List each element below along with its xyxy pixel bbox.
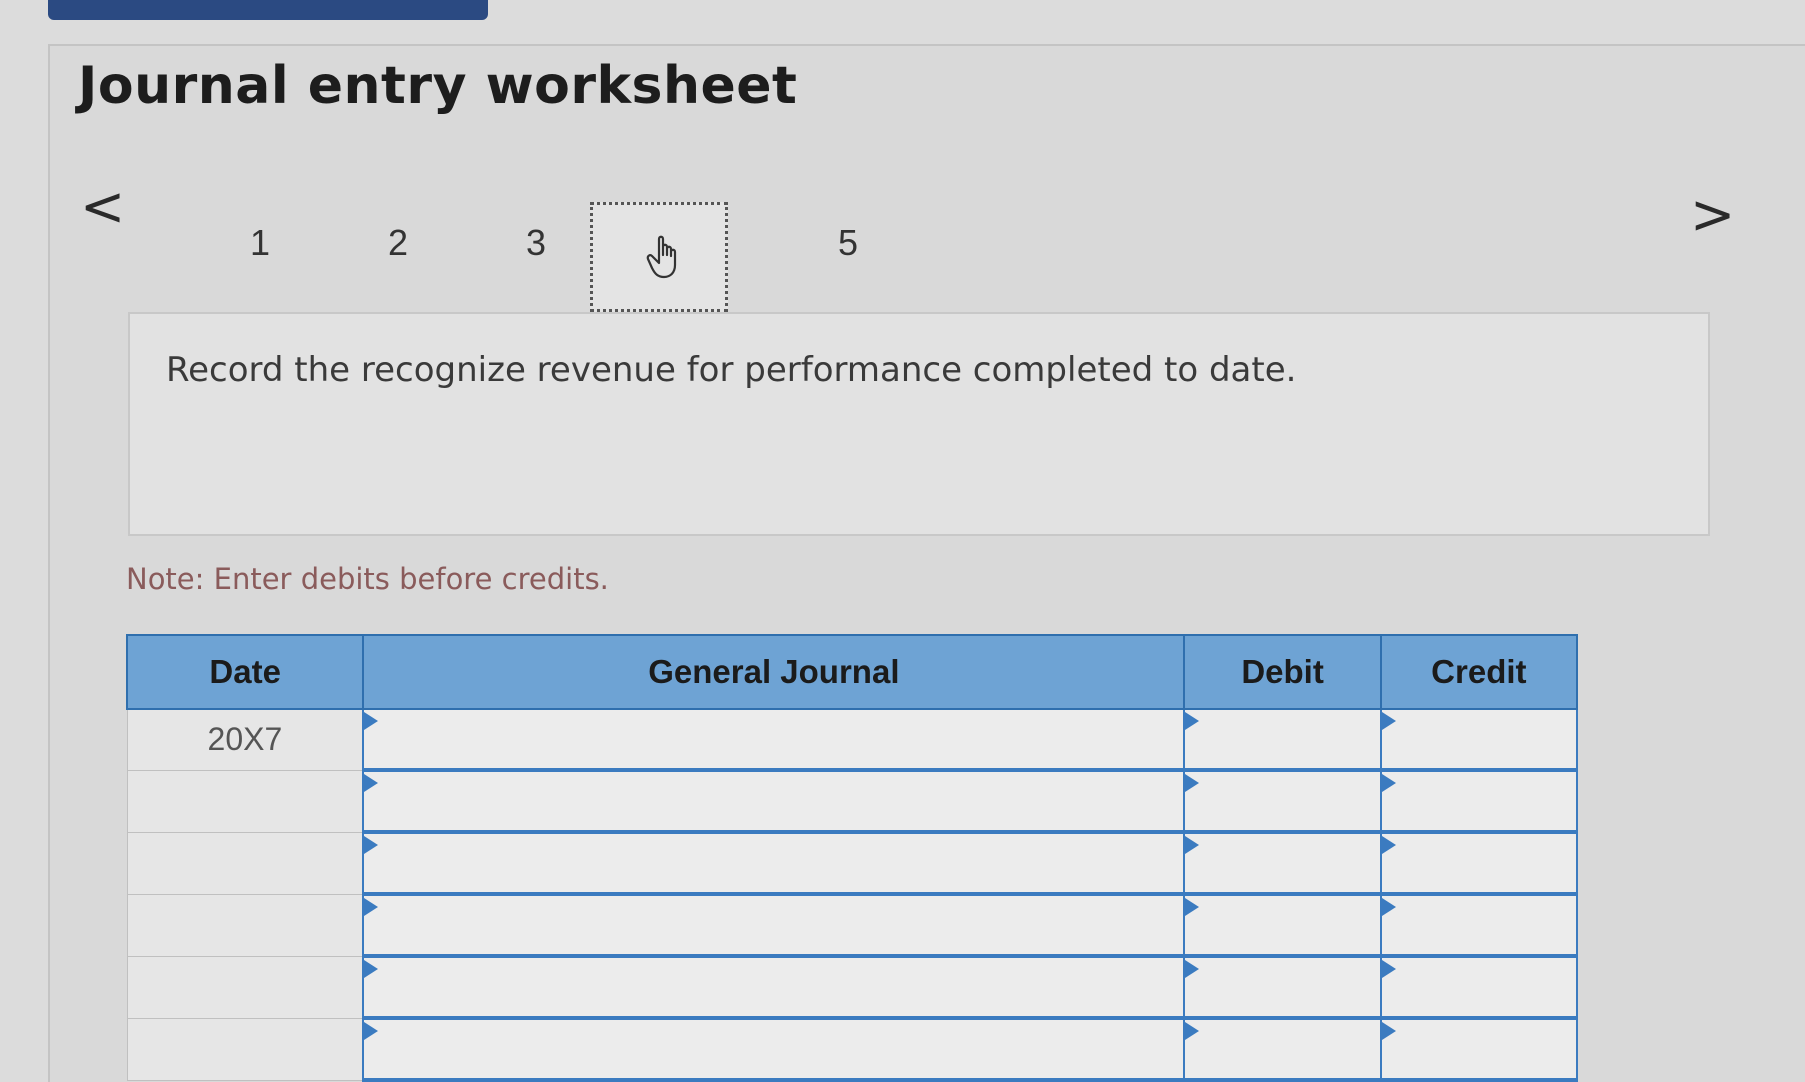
dropdown-flag-icon [364,836,379,854]
entry-pager: < 1 2 3 5 > [70,160,1760,312]
dropdown-flag-icon [1381,774,1396,792]
journal-header-row: Date General Journal Debit Credit [125,634,1579,710]
date-cell: 20X7 [126,708,364,771]
table-row: 20X7 [126,708,1579,772]
table-row [126,769,1579,834]
credit-input[interactable] [1379,708,1579,772]
dropdown-flag-icon [1185,898,1200,916]
dropdown-flag-icon [1185,712,1200,730]
dropdown-flag-icon [1381,898,1396,916]
date-cell [126,893,364,957]
dropdown-flag-icon [364,898,379,916]
general-journal-input[interactable] [362,893,1186,958]
dropdown-flag-icon [1381,712,1396,730]
next-arrow-icon[interactable]: > [1690,188,1735,242]
header-general-journal: General Journal [362,634,1186,710]
credit-input[interactable] [1379,831,1579,896]
dropdown-flag-icon [364,712,379,730]
date-cell [126,769,364,833]
debit-input[interactable] [1183,893,1382,958]
date-cell [126,1017,364,1081]
dropdown-flag-icon [1381,836,1396,854]
debit-input[interactable] [1183,831,1382,896]
note-text: Note: Enter debits before credits. [126,562,609,596]
debit-input[interactable] [1183,708,1382,772]
debit-input[interactable] [1183,1017,1382,1082]
dropdown-flag-icon [364,1022,379,1040]
header-date: Date [125,634,365,710]
instruction-box: Record the recognize revenue for perform… [128,312,1710,536]
dropdown-flag-icon [1185,960,1200,978]
top-tab-bar [48,0,488,20]
header-credit: Credit [1379,634,1579,710]
dropdown-flag-icon [1185,774,1200,792]
hand-pointer-icon [646,235,677,279]
debit-input[interactable] [1183,769,1382,834]
header-debit: Debit [1183,634,1382,710]
prev-arrow-icon[interactable]: < [80,180,125,234]
table-row [126,893,1579,958]
dropdown-flag-icon [1381,960,1396,978]
debit-input[interactable] [1183,955,1382,1020]
pager-item-4-current[interactable] [590,202,728,312]
table-row [126,1017,1579,1082]
date-cell [126,831,364,895]
credit-input[interactable] [1379,1017,1579,1082]
pager-item-5[interactable]: 5 [838,222,858,264]
dropdown-flag-icon [364,960,379,978]
general-journal-input[interactable] [362,708,1186,772]
general-journal-input[interactable] [362,1017,1186,1082]
dropdown-flag-icon [364,774,379,792]
journal-table: Date General Journal Debit Credit 20X7 [125,634,1579,1082]
general-journal-input[interactable] [362,769,1186,834]
general-journal-input[interactable] [362,955,1186,1020]
credit-input[interactable] [1379,769,1579,834]
page-title: Journal entry worksheet [78,56,798,116]
pager-item-1[interactable]: 1 [250,222,270,264]
pager-item-2[interactable]: 2 [388,222,408,264]
credit-input[interactable] [1379,893,1579,958]
table-row [126,831,1579,896]
credit-input[interactable] [1379,955,1579,1020]
dropdown-flag-icon [1185,1022,1200,1040]
date-cell [126,955,364,1019]
general-journal-input[interactable] [362,831,1186,896]
pager-item-3[interactable]: 3 [526,222,546,264]
dropdown-flag-icon [1381,1022,1396,1040]
instruction-text: Record the recognize revenue for perform… [166,350,1297,390]
table-row [126,955,1579,1020]
dropdown-flag-icon [1185,836,1200,854]
